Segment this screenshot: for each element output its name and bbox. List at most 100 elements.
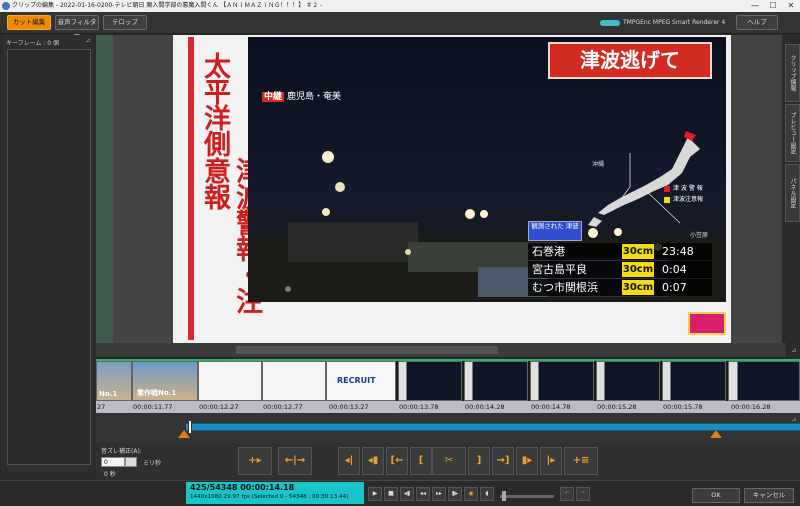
goto-start-icon[interactable]: [←	[386, 447, 408, 475]
thumbnail[interactable]	[198, 361, 262, 401]
redo-icon[interactable]: ↷	[576, 487, 590, 501]
scrollbar-thumb[interactable]	[236, 346, 498, 354]
maximize-button[interactable]: ☐	[764, 0, 782, 12]
timecode-label: 00:00:14.28	[465, 403, 505, 411]
tab-telop[interactable]: テロップ	[103, 15, 147, 30]
tab-preview-settings[interactable]: プレビュー設定	[785, 104, 800, 162]
tab-audio-filter[interactable]: 音声フィルター	[55, 15, 99, 39]
tab-clip-info[interactable]: クリップ情報	[785, 44, 800, 102]
pin-icon[interactable]: ⊿	[790, 347, 798, 354]
broadcaster-logo	[688, 312, 726, 335]
prev-cut-icon[interactable]: ◂|	[338, 447, 360, 475]
location-text: 鹿児島・奄美	[287, 92, 342, 102]
thumbnail[interactable]	[596, 361, 660, 401]
audio-offset-input[interactable]: 0	[101, 457, 125, 467]
thumbnail-strip[interactable]: No.1 業作戦No.1 RECRUIT	[96, 361, 800, 401]
timecode-label: 00:00:13.78	[399, 403, 439, 411]
tmpgenc-logo-icon	[600, 19, 620, 26]
speed-icon[interactable]: ◉	[464, 487, 478, 501]
table-row: むつ市関根浜 30cm 0:07	[528, 279, 712, 296]
keyframe-count-label: キーフレーム : 0 個	[6, 40, 60, 47]
range-slider[interactable]	[96, 413, 800, 443]
video-info: 1440x1080 29.97 fps (Selected 0 - 54348 …	[190, 494, 349, 500]
next-keyframe-icon[interactable]: ▮▸	[516, 447, 538, 475]
window-titlebar: クリップの編集 - 2022-01-16-0200-テレビ朝日 魔入間学部の悪魔…	[0, 0, 800, 12]
table-row: 石巻港 30cm 23:48	[528, 243, 712, 260]
toolbar: カット編集 音声フィルター テロップ TMPGEnc MPEG Smart Re…	[0, 12, 800, 39]
observed-tsunami-table: 観測された 津波 石巻港 30cm 23:48 宮古島平良 30cm 0:04 むつ市関…	[528, 221, 712, 299]
legend-item-advisory: 津波注意報	[664, 194, 703, 205]
audio-offset-label: 音ズレ補正(A):	[101, 448, 142, 455]
timecode-label: 00:00:11.77	[133, 403, 173, 411]
table-row: 宮古島平良 30cm 0:04	[528, 261, 712, 278]
undo-icon[interactable]: ↶	[560, 487, 574, 501]
timecode-label: 00:00:12.77	[263, 403, 303, 411]
prev-keyframe-icon[interactable]: ◂▮	[362, 447, 384, 475]
end-marker-icon[interactable]	[710, 430, 722, 438]
keyframe-list[interactable]	[7, 49, 91, 465]
audio-offset-spinner[interactable]	[125, 457, 137, 467]
minimize-button[interactable]: —	[746, 0, 764, 12]
volume-slider[interactable]	[500, 495, 554, 498]
set-start-icon[interactable]: [	[410, 447, 432, 475]
pin-icon[interactable]: ⊿	[84, 37, 92, 44]
timecode-label: 00:00:15.78	[663, 403, 703, 411]
timecode-label: 00:00:16.28	[731, 403, 771, 411]
cancel-button[interactable]: キャンセル	[744, 488, 794, 503]
preview-edge-strip	[96, 35, 113, 343]
legend-red-swatch	[664, 185, 670, 192]
timecode-label: 00:00:13.27	[329, 403, 369, 411]
thumbnail[interactable]	[398, 361, 462, 401]
caption-red-bar	[188, 37, 194, 340]
timecode-label: 27	[97, 403, 106, 411]
pin-icon[interactable]: ⊿	[790, 416, 798, 423]
tab-cut-edit[interactable]: カット編集	[7, 15, 51, 30]
thumbnail[interactable]	[464, 361, 528, 401]
preview-scrollbar[interactable]	[96, 343, 786, 357]
thumbnail[interactable]: RECRUIT	[326, 361, 396, 401]
app-icon	[2, 2, 10, 10]
playhead-handle[interactable]	[188, 420, 192, 434]
window-title: クリップの編集 - 2022-01-16-0200-テレビ朝日 魔入間学部の悪魔…	[12, 2, 323, 9]
cut-list-icon[interactable]: +≡	[564, 447, 598, 475]
keyframe-panel: キーフレーム : 0 個 ⊿	[2, 35, 94, 472]
play-icon[interactable]: ▶	[368, 487, 382, 501]
timecode-label: 00:00:12.27	[199, 403, 239, 411]
timecode-ruler: 27 00:00:11.77 00:00:12.27 00:00:12.77 0…	[96, 401, 800, 413]
frame-position: 425/54348 00:00:14.18	[190, 483, 295, 492]
fast-forward-icon[interactable]: ▸▸	[432, 487, 446, 501]
brand-logo: TMPGEnc MPEG Smart Renderer 4	[600, 18, 725, 28]
legend-yellow-swatch	[664, 196, 670, 203]
edit-controls: +▸ ←|→ ◂| ◂▮ [← [ ✂ ] →] ▮▸ |▸ +≡	[96, 443, 800, 480]
tsunami-evacuate-caption: 津波逃げて	[548, 42, 712, 79]
thumbnail[interactable]: No.1	[96, 361, 132, 401]
thumbnail[interactable]	[728, 361, 800, 401]
thumbnail[interactable]: 業作戦No.1	[132, 361, 198, 401]
rewind-icon[interactable]: ◂◂	[416, 487, 430, 501]
legend-item-warning: 津 波 警 報	[664, 183, 703, 194]
position-info: 425/54348 00:00:14.18 1440x1080 29.97 fp…	[186, 482, 364, 504]
audio-offset-seconds: 0 秒	[104, 471, 116, 478]
goto-end-icon[interactable]: →]	[492, 447, 514, 475]
audio-offset-unit: ミリ秒	[143, 460, 162, 467]
close-button[interactable]: ✕	[782, 0, 800, 12]
next-cut-icon[interactable]: |▸	[540, 447, 562, 475]
set-end-icon[interactable]: ]	[468, 447, 490, 475]
set-keyframe-icon[interactable]: +▸	[238, 447, 272, 475]
split-icon[interactable]: ←|→	[278, 447, 312, 475]
thumbnail[interactable]	[662, 361, 726, 401]
prev-frame-icon[interactable]: ◂▮	[400, 487, 414, 501]
next-frame-icon[interactable]: ▮▸	[448, 487, 462, 501]
thumbnail[interactable]	[530, 361, 594, 401]
ok-button[interactable]: OK	[692, 488, 740, 503]
help-button[interactable]: ヘルプ	[736, 15, 778, 30]
volume-knob[interactable]	[502, 491, 506, 501]
stop-icon[interactable]: ■	[384, 487, 398, 501]
timecode-label: 00:00:15.28	[597, 403, 637, 411]
map-label-okinawa: 沖縄	[592, 161, 605, 168]
volume-icon[interactable]: ◖	[480, 487, 494, 501]
timecode-label: 00:00:14.78	[531, 403, 571, 411]
thumbnail[interactable]	[262, 361, 326, 401]
cut-scissors-icon[interactable]: ✂	[432, 447, 466, 475]
tab-panel-settings[interactable]: パネル設定	[785, 164, 800, 222]
